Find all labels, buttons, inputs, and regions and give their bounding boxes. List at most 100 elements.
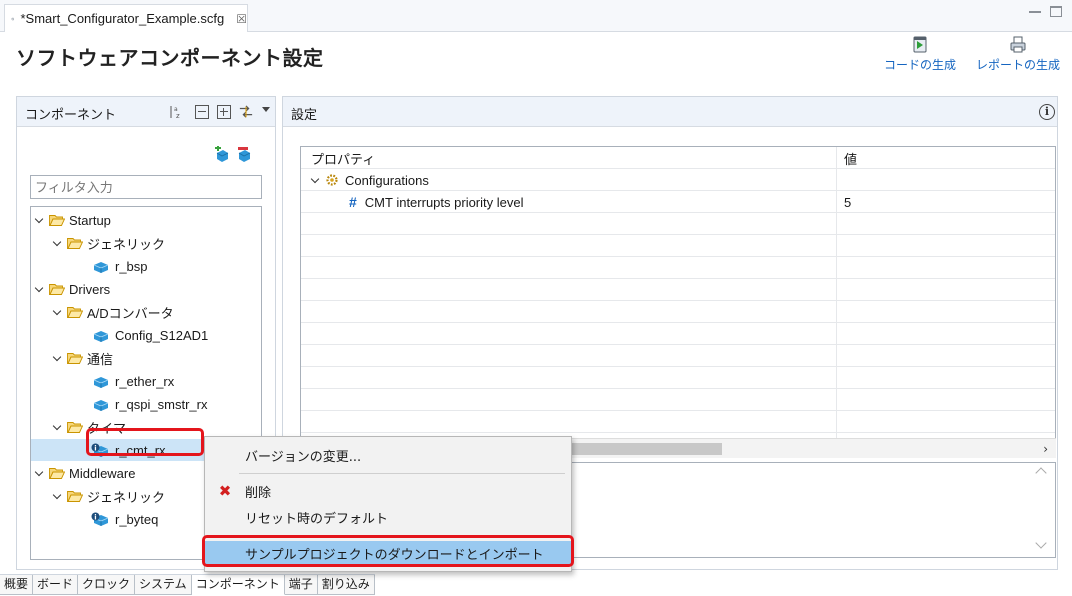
folder-open-icon [67,238,83,249]
components-pane-title: コンポーネント [25,108,117,123]
tree-folder[interactable]: Drivers [31,278,110,300]
chevron-down-icon[interactable] [53,422,63,432]
bottom-tab[interactable]: コンポーネント [191,575,285,595]
empty-cell [838,323,1055,345]
maximize-icon[interactable] [1050,6,1062,17]
tree-folder[interactable]: ジェネリック [31,232,165,254]
tree-folder[interactable]: Startup [31,209,111,231]
empty-table-row [301,279,1055,301]
property-value[interactable]: 5 [838,191,1055,213]
tree-component[interactable]: r_bsp [31,255,148,277]
collapse-all-icon[interactable] [195,105,209,119]
bottom-tab[interactable]: クロック [78,575,136,595]
info-icon[interactable]: i [1039,104,1055,120]
menu-item-label: 削除 [245,485,272,501]
property-table: プロパティ 値 Configurations # CMT interrupts … [300,146,1056,458]
empty-table-row [301,235,1055,257]
chevron-down-icon[interactable] [311,175,321,185]
sort-alpha-icon[interactable]: a z [169,105,183,119]
settings-pane-header: 設定 i [283,97,1057,127]
generate-code-button[interactable]: コードの生成 [884,36,956,73]
chevron-down-icon[interactable] [35,215,45,225]
menu-item-download-sample[interactable]: サンプルプロジェクトのダウンロードとインポート [205,541,571,565]
tree-item-label: A/Dコンバータ [87,305,174,321]
tree-folder[interactable]: 通信 [31,347,113,369]
generate-code-label: コードの生成 [884,58,957,72]
empty-cell [838,257,1055,279]
folder-open-icon [67,422,83,433]
empty-cell [301,213,837,235]
remove-component-icon[interactable] [236,146,252,162]
tree-component[interactable]: Config_S12AD1 [31,324,208,346]
empty-table-row [301,323,1055,345]
config-gear-icon [326,174,338,186]
empty-table-row [301,367,1055,389]
tree-item-label: ジェネリック [87,236,166,252]
tree-component[interactable]: r_qspi_smstr_rx [31,393,207,415]
link-editor-icon[interactable] [239,105,253,119]
bottom-tab[interactable]: 割り込み [317,575,375,595]
bottom-tab-bar: 概要 ボード クロック システム コンポーネント 端子 割り込み [0,574,375,596]
filter-input[interactable] [30,175,262,199]
empty-cell [838,279,1055,301]
printer-icon [1010,36,1026,53]
tree-folder[interactable]: A/Dコンバータ [31,301,174,323]
close-tab-icon[interactable]: ☒ [236,12,247,26]
scroll-down-icon[interactable] [1035,537,1047,549]
tree-component[interactable]: i r_byteq [31,508,158,530]
folder-open-icon [49,284,65,295]
empty-cell [838,367,1055,389]
expand-all-icon[interactable] [217,105,231,119]
bottom-tab[interactable]: 端子 [284,575,318,595]
menu-item-change-version[interactable]: バージョンの変更... [205,443,571,467]
add-component-icon[interactable] [214,146,230,162]
chevron-down-icon[interactable] [53,491,63,501]
generate-report-button[interactable]: レポートの生成 [976,36,1060,73]
tree-item-label: タイマ [87,420,127,436]
property-row[interactable]: # CMT interrupts priority level 5 [301,191,1055,213]
tree-component[interactable]: r_ether_rx [31,370,174,392]
generate-report-label: レポートの生成 [976,58,1061,72]
chevron-down-icon[interactable] [53,307,63,317]
tree-item-label: Drivers [69,281,111,297]
chevron-down-icon[interactable] [53,353,63,363]
editor-tab-strip: *Smart_Configurator_Example.scfg ☒ [0,0,1072,32]
folder-open-icon [49,215,65,226]
column-header-property: プロパティ [301,147,837,169]
empty-table-row [301,389,1055,411]
tree-folder[interactable]: Middleware [31,462,135,484]
tree-folder[interactable]: タイマ [31,416,126,438]
chevron-down-icon[interactable] [53,238,63,248]
scroll-up-icon[interactable] [1035,467,1047,479]
empty-cell [838,345,1055,367]
property-group-row[interactable]: Configurations [301,169,1055,191]
menu-item-delete[interactable]: ✖ 削除 [205,479,571,503]
settings-pane-title: 設定 [291,108,318,123]
scroll-right-icon[interactable]: › [1043,442,1048,456]
tree-item-label: ジェネリック [87,489,166,505]
minimize-icon[interactable] [1028,5,1042,19]
bottom-tab[interactable]: 概要 [0,575,34,595]
empty-table-row [301,257,1055,279]
column-header-value: 値 [844,151,858,167]
tree-folder[interactable]: ジェネリック [31,485,165,507]
bottom-tab[interactable]: ボード [33,575,79,595]
empty-cell [301,411,837,433]
chevron-down-icon[interactable] [35,284,45,294]
menu-item-reset-default[interactable]: リセット時のデフォルト [205,505,571,529]
editor-tab-label: *Smart_Configurator_Example.scfg [20,11,225,26]
view-menu-dropdown[interactable] [262,107,270,112]
generate-code-icon [913,36,927,53]
bottom-tab[interactable]: システム [135,575,192,595]
editor-tab[interactable]: *Smart_Configurator_Example.scfg ☒ [4,4,248,32]
empty-cell [301,301,837,323]
menu-item-label: サンプルプロジェクトのダウンロードとインポート [245,547,544,563]
empty-cell [838,213,1055,235]
empty-cell [838,301,1055,323]
chevron-down-icon[interactable] [35,468,45,478]
numeric-property-icon: # [349,194,357,210]
tree-item-label: r_cmt_rx [115,442,166,458]
property-group-label: Configurations [345,172,429,188]
empty-cell [301,257,837,279]
tree-item-label: Startup [69,212,111,228]
